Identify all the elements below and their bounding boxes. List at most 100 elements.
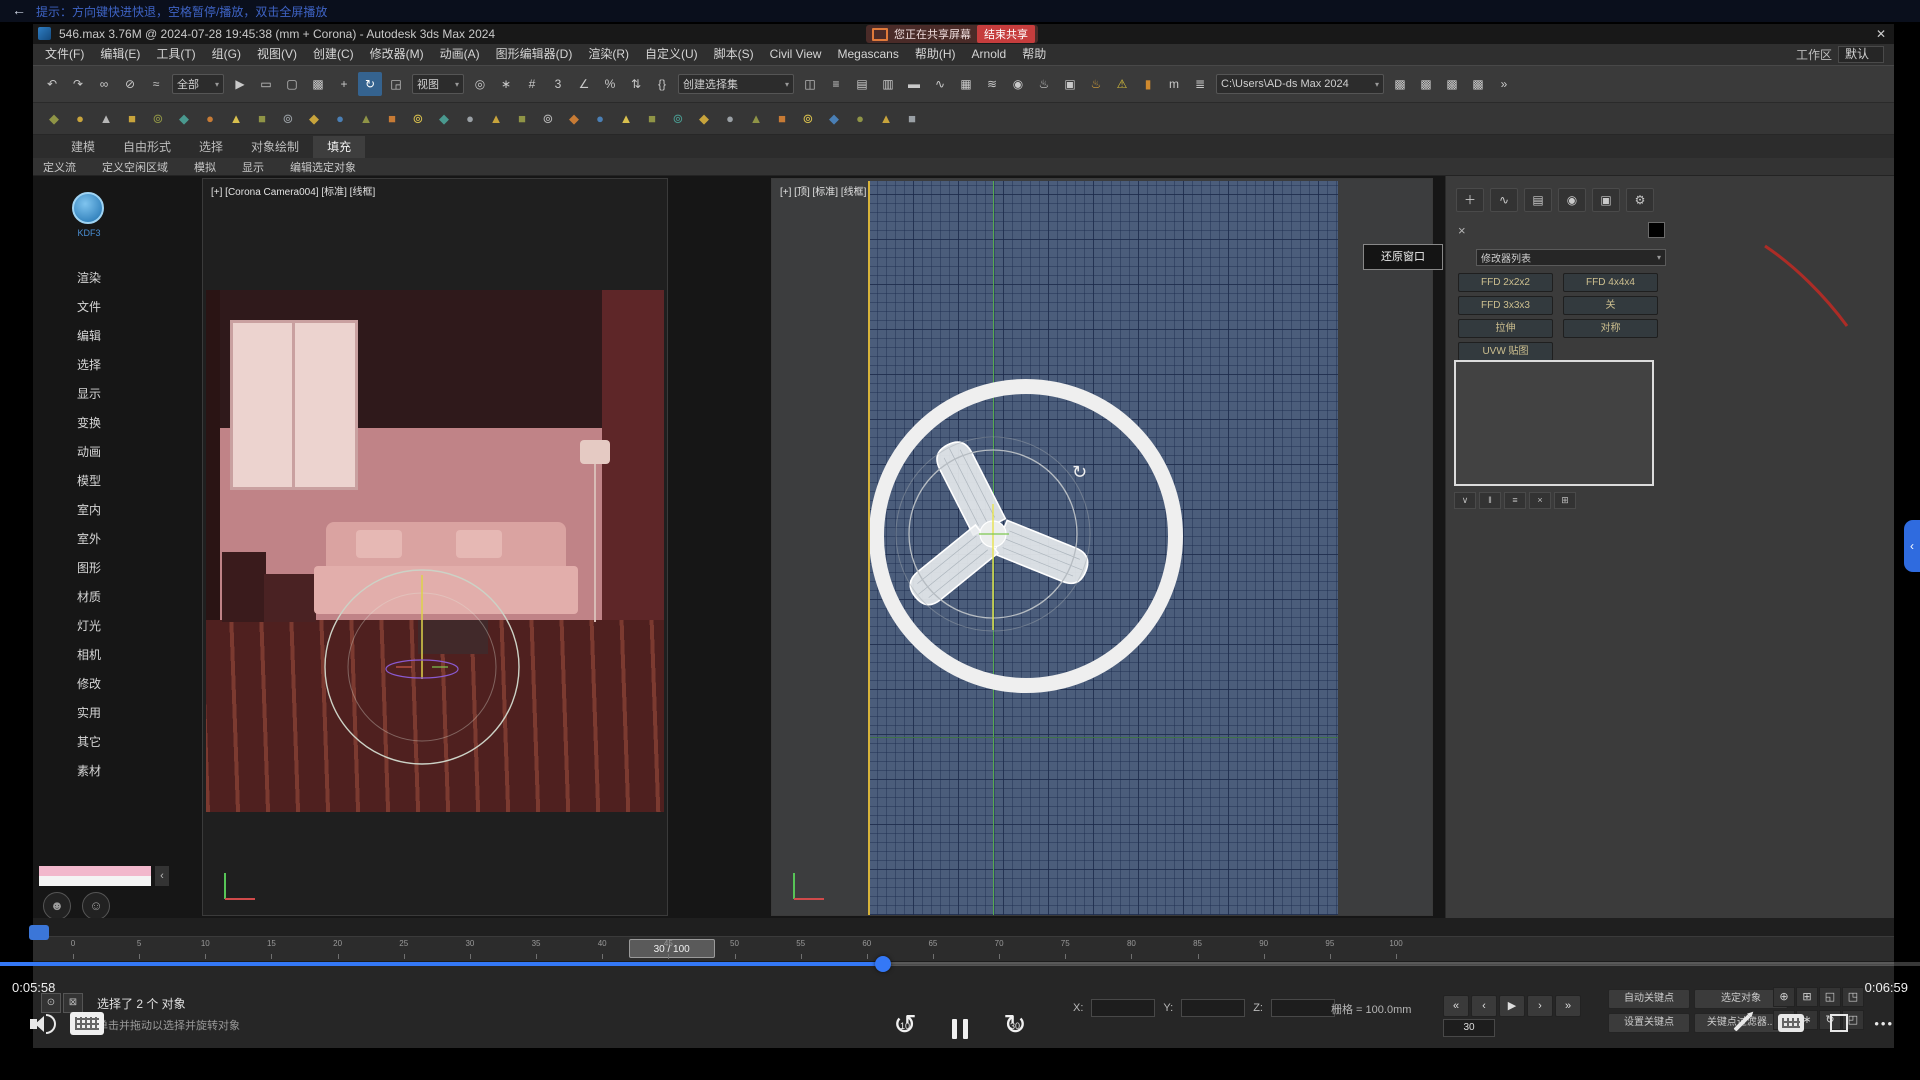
ribbon-tool-icon-1[interactable]: ◆ — [42, 107, 66, 131]
object-color-swatch[interactable] — [1648, 222, 1665, 238]
keyboard-shortcuts-button[interactable] — [70, 1012, 104, 1035]
panel-tab-modify[interactable]: ∿ — [1490, 188, 1518, 212]
percent-snap-toggle-icon[interactable]: % — [598, 72, 622, 96]
menu-item-工具(T)[interactable]: 工具(T) — [148, 44, 203, 65]
camera-viewport-label[interactable]: [+] [Corona Camera004] [标准] [线框] — [211, 183, 375, 198]
player-float-widget[interactable] — [29, 925, 49, 940]
sidebar-item-材质[interactable]: 材质 — [61, 583, 117, 612]
side-panel-toggle[interactable]: ‹ — [1904, 520, 1920, 572]
show-end-result-icon[interactable]: ‖ — [1479, 492, 1501, 509]
menu-item-编辑(E)[interactable]: 编辑(E) — [92, 44, 148, 65]
annotate-pencil-icon[interactable] — [1734, 1015, 1751, 1032]
ribbon-tool-icon-11[interactable]: ◆ — [302, 107, 326, 131]
ribbon-tool-icon-31[interactable]: ◆ — [822, 107, 846, 131]
render-capsule-icon[interactable]: ▮ — [1136, 72, 1160, 96]
angle-snap-toggle-icon[interactable]: ∠ — [572, 72, 596, 96]
modifier-button-对称[interactable]: 对称 — [1563, 319, 1658, 338]
make-unique-icon[interactable]: ≡ — [1504, 492, 1526, 509]
back-icon[interactable]: ← — [12, 2, 26, 18]
current-frame-field[interactable]: 30 — [1443, 1019, 1495, 1037]
ribbon-tool-icon-16[interactable]: ◆ — [432, 107, 456, 131]
keyboard-icon-small[interactable] — [1778, 1014, 1804, 1032]
toggle-ribbon-icon[interactable]: ▬ — [902, 72, 926, 96]
toolbar-overflow-icon[interactable]: » — [1492, 72, 1516, 96]
menu-item-渲染(R)[interactable]: 渲染(R) — [580, 44, 637, 65]
exit-fullscreen-icon[interactable] — [1830, 1014, 1848, 1032]
timeline-track-bar[interactable]: 30 / 100 0510152025303540455055606570758… — [33, 936, 1894, 962]
sidebar-item-图形[interactable]: 图形 — [61, 554, 117, 583]
previous-frame-button[interactable]: ‹ — [1471, 995, 1497, 1017]
ribbon-tool-icon-4[interactable]: ■ — [120, 107, 144, 131]
panel-tab-create[interactable]: ＋ — [1456, 188, 1484, 212]
ribbon-tool-icon-15[interactable]: ⊚ — [406, 107, 430, 131]
auto-key-button[interactable]: 自动关键点 — [1608, 989, 1690, 1009]
modifier-list-dropdown[interactable]: 修改器列表 ▾ — [1476, 249, 1666, 266]
close-button[interactable]: ✕ — [1869, 24, 1893, 44]
max-text-icon[interactable]: m — [1162, 72, 1186, 96]
sidebar-item-文件[interactable]: 文件 — [61, 293, 117, 322]
ribbon-tool-icon-34[interactable]: ■ — [900, 107, 924, 131]
menu-item-Civil View[interactable]: Civil View — [762, 44, 830, 65]
sidebar-item-室外[interactable]: 室外 — [61, 525, 117, 554]
zoom-all-button[interactable]: ⊞ — [1796, 987, 1818, 1007]
ribbon-tool-icon-6[interactable]: ◆ — [172, 107, 196, 131]
ribbon-tab-填充[interactable]: 填充 — [313, 136, 365, 158]
maxscript-mini-listener[interactable] — [39, 866, 151, 886]
go-to-start-button[interactable]: « — [1443, 995, 1469, 1017]
menu-item-帮助(H)[interactable]: 帮助(H) — [907, 44, 964, 65]
sidebar-item-变换[interactable]: 变换 — [61, 409, 117, 438]
material-editor-icon[interactable]: ◉ — [1006, 72, 1030, 96]
ribbon-tool-icon-25[interactable]: ⊚ — [666, 107, 690, 131]
layer-explorer-2-icon[interactable]: ▩ — [1414, 72, 1438, 96]
curve-editor-icon[interactable]: ∿ — [928, 72, 952, 96]
undo-icon[interactable]: ↶ — [40, 72, 64, 96]
sidebar-item-修改[interactable]: 修改 — [61, 670, 117, 699]
ribbon-tool-icon-30[interactable]: ⊚ — [796, 107, 820, 131]
configure-modifier-sets-icon[interactable]: ⊞ — [1554, 492, 1576, 509]
menu-item-视图(V)[interactable]: 视图(V) — [249, 44, 305, 65]
camera-viewport[interactable]: [+] [Corona Camera004] [标准] [线框] — [202, 178, 668, 916]
keyboard-shortcut-override-icon[interactable]: # — [520, 72, 544, 96]
go-to-end-button[interactable]: » — [1555, 995, 1581, 1017]
play-button[interactable]: ▶ — [1499, 995, 1525, 1017]
window-crossing-toggle-icon[interactable]: ▩ — [306, 72, 330, 96]
snaps-toggle-icon[interactable]: 3 — [546, 72, 570, 96]
sidebar-item-实用[interactable]: 实用 — [61, 699, 117, 728]
container-explorer-icon[interactable]: ▩ — [1440, 72, 1464, 96]
doc-icon-icon[interactable]: ≣ — [1188, 72, 1212, 96]
panel-tab-display[interactable]: ▣ — [1592, 188, 1620, 212]
select-by-name-icon[interactable]: ▭ — [254, 72, 278, 96]
coord-field-Z[interactable] — [1271, 999, 1335, 1017]
reaction-icon-2[interactable]: ☺ — [82, 892, 110, 918]
rewind-10-button[interactable]: ↺ 10 — [888, 1008, 922, 1042]
mirror-icon[interactable]: ◫ — [798, 72, 822, 96]
modifier-button-FFD 4x4x4[interactable]: FFD 4x4x4 — [1563, 273, 1658, 292]
sidebar-item-显示[interactable]: 显示 — [61, 380, 117, 409]
render-production-icon[interactable]: ♨ — [1084, 72, 1108, 96]
panel-tab-hierarchy[interactable]: ▤ — [1524, 188, 1552, 212]
named-selection-sets-dropdown[interactable]: 创建选择集▾ — [678, 74, 794, 94]
sidebar-item-其它[interactable]: 其它 — [61, 728, 117, 757]
zoom-button[interactable]: ⊕ — [1773, 987, 1795, 1007]
ribbon-tool-icon-5[interactable]: ⊚ — [146, 107, 170, 131]
zoom-extents-button[interactable]: ◱ — [1819, 987, 1841, 1007]
reaction-icon-1[interactable]: ☻ — [43, 892, 71, 918]
spinner-snap-toggle-icon[interactable]: ⇅ — [624, 72, 648, 96]
ribbon-subtab-定义空闲区域[interactable]: 定义空闲区域 — [102, 159, 168, 175]
volume-icon[interactable] — [30, 1014, 56, 1034]
sidebar-badge-icon[interactable] — [72, 192, 104, 224]
stop-sharing-button[interactable]: 结束共享 — [977, 25, 1035, 43]
ribbon-tool-icon-7[interactable]: ● — [198, 107, 222, 131]
modifier-button-UVW 贴图[interactable]: UVW 贴图 — [1458, 342, 1553, 361]
panel-close-icon[interactable]: × — [1458, 223, 1466, 238]
ribbon-tool-icon-19[interactable]: ■ — [510, 107, 534, 131]
redo-icon[interactable]: ↷ — [66, 72, 90, 96]
project-folder-field[interactable]: C:\Users\AD-ds Max 2024▾ — [1216, 74, 1384, 94]
sidebar-item-渲染[interactable]: 渲染 — [61, 264, 117, 293]
ribbon-tool-icon-23[interactable]: ▲ — [614, 107, 638, 131]
sidebar-item-动画[interactable]: 动画 — [61, 438, 117, 467]
toggle-scene-explorer-icon[interactable]: ▤ — [850, 72, 874, 96]
ribbon-tool-icon-20[interactable]: ⊚ — [536, 107, 560, 131]
menu-item-修改器(M)[interactable]: 修改器(M) — [362, 44, 432, 65]
dope-sheet-icon[interactable]: ▦ — [954, 72, 978, 96]
